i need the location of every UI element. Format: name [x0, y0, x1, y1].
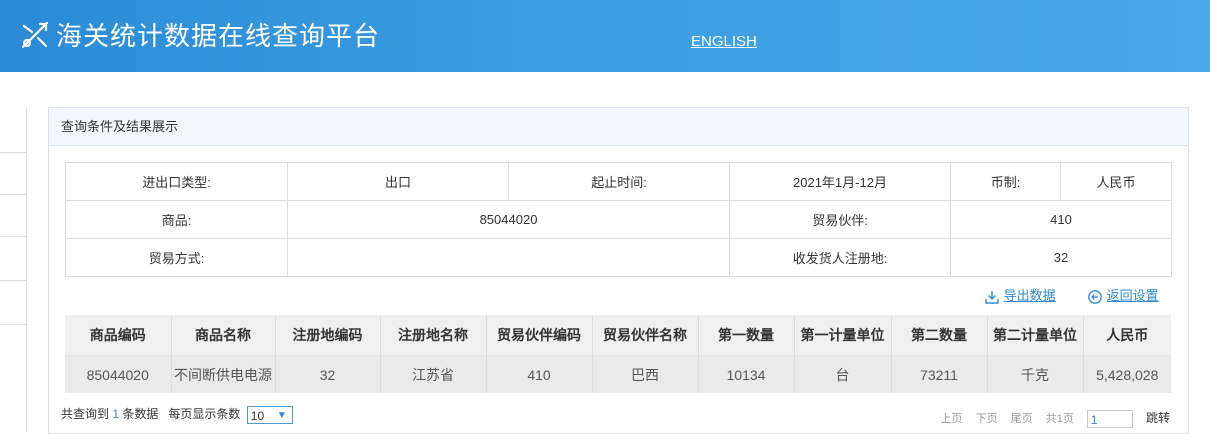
left-sidebar	[0, 108, 27, 432]
total-suffix: 条数据	[122, 407, 159, 421]
period-label: 起止时间:	[508, 162, 730, 201]
panel-title: 查询条件及结果展示	[49, 108, 1188, 146]
per-page-label: 每页显示条数	[168, 407, 241, 421]
chevron-down-icon: ▼	[276, 409, 287, 421]
currency-value: 人民币	[1060, 162, 1172, 201]
download-icon	[985, 290, 999, 304]
table-cell: 巴西	[592, 355, 699, 393]
prev-page-link[interactable]: 上页	[941, 413, 963, 425]
back-arrow-circle-icon	[1088, 289, 1102, 304]
column-header: 商品编码	[65, 315, 172, 356]
reg-place-label: 收发货人注册地:	[729, 238, 951, 277]
next-page-link[interactable]: 下页	[976, 413, 998, 425]
jump-button[interactable]: 跳转	[1146, 411, 1170, 425]
result-summary: 共查询到 1 条数据 每页显示条数 10 ▼	[61, 405, 293, 424]
pagination: 上页 下页 尾页 共1页 1 跳转	[931, 409, 1170, 429]
column-header: 贸易伙伴编码	[486, 315, 593, 356]
table-cell: 台	[794, 355, 892, 393]
table-cell: 73211	[891, 355, 988, 393]
trade-type-value: 出口	[287, 162, 509, 201]
column-header: 人民币	[1083, 315, 1171, 356]
site-title: 海关统计数据在线查询平台	[56, 22, 381, 52]
reg-place-value: 32	[950, 238, 1172, 277]
column-header: 商品名称	[171, 315, 276, 356]
sidebar-divider	[0, 324, 26, 325]
table-cell: 85044020	[65, 355, 172, 393]
query-result-panel: 查询条件及结果展示 进出口类型: 出口 起止时间: 2021年1月-12月 币制…	[48, 107, 1189, 434]
column-header: 注册地名称	[380, 315, 487, 356]
trade-type-label: 进出口类型:	[65, 162, 288, 201]
total-prefix: 共查询到	[61, 407, 110, 421]
sidebar-divider	[0, 194, 26, 195]
partner-label: 贸易伙伴:	[729, 200, 951, 239]
export-data-label: 导出数据	[1003, 288, 1056, 303]
customs-emblem-icon	[21, 21, 49, 49]
column-header: 注册地编码	[275, 315, 381, 356]
query-conditions-table: 进出口类型: 出口 起止时间: 2021年1月-12月 币制: 人民币 商品: …	[65, 162, 1172, 277]
total-count: 1	[112, 407, 120, 421]
results-header-row: 商品编码 商品名称 注册地编码 注册地名称 贸易伙伴编码 贸易伙伴名称 第一数量…	[65, 315, 1171, 356]
table-cell: 5,428,028	[1083, 355, 1171, 393]
export-data-button[interactable]: 导出数据	[984, 285, 1056, 305]
table-cell: 不间断供电电源	[171, 355, 276, 393]
goods-value: 85044020	[287, 200, 730, 239]
last-page-link[interactable]: 尾页	[1011, 413, 1033, 425]
english-link[interactable]: ENGLISH	[691, 33, 757, 50]
results-table: 商品编码 商品名称 注册地编码 注册地名称 贸易伙伴编码 贸易伙伴名称 第一数量…	[65, 315, 1171, 393]
table-cell: 江苏省	[380, 355, 487, 393]
back-to-settings-label: 返回设置	[1106, 288, 1159, 303]
total-pages: 共1页	[1045, 413, 1074, 425]
partner-value: 410	[950, 200, 1172, 239]
trade-mode-label: 贸易方式:	[65, 238, 288, 277]
currency-label: 币制:	[950, 162, 1061, 201]
column-header: 第二计量单位	[987, 315, 1084, 356]
per-page-select[interactable]: 10 ▼	[246, 405, 293, 424]
table-cell: 410	[486, 355, 593, 393]
table-row: 85044020 不间断供电电源 32 江苏省 410 巴西 10134 台 7…	[65, 355, 1171, 393]
top-banner: 海关统计数据在线查询平台 ENGLISH	[0, 0, 1210, 72]
column-header: 第二数量	[891, 315, 988, 356]
page-number-input[interactable]: 1	[1086, 410, 1133, 429]
trade-mode-value	[287, 238, 730, 277]
sidebar-divider	[0, 236, 26, 237]
goods-label: 商品:	[65, 200, 288, 239]
table-cell: 千克	[987, 355, 1084, 393]
column-header: 贸易伙伴名称	[592, 315, 699, 356]
per-page-value: 10	[250, 408, 265, 423]
sidebar-divider	[0, 152, 26, 153]
column-header: 第一计量单位	[794, 315, 892, 356]
table-cell: 10134	[698, 355, 795, 393]
column-header: 第一数量	[698, 315, 795, 356]
sidebar-divider	[0, 280, 26, 281]
period-value: 2021年1月-12月	[729, 162, 951, 201]
back-to-settings-button[interactable]: 返回设置	[1087, 285, 1159, 305]
table-cell: 32	[275, 355, 381, 393]
